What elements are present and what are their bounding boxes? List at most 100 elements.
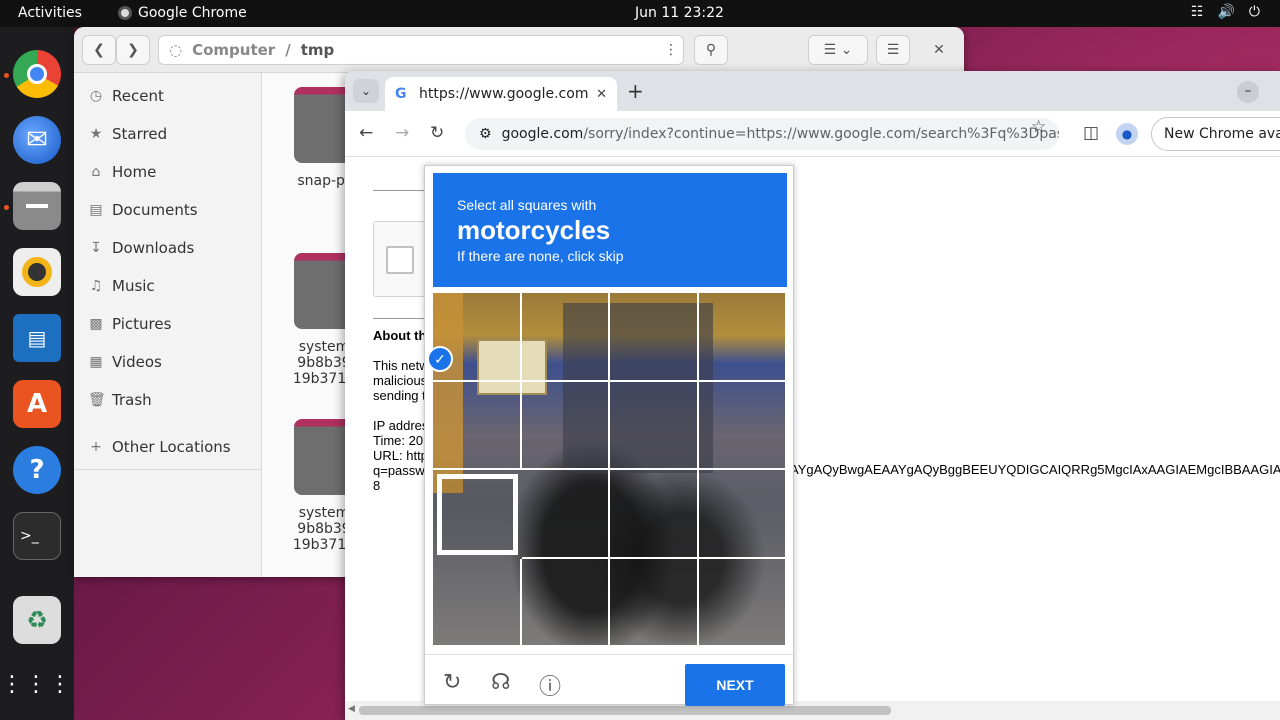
- search-icon[interactable]: ⚲: [694, 35, 728, 65]
- sidebar-item-starred[interactable]: ★ Starred: [88, 125, 167, 143]
- captcha-tile[interactable]: [610, 293, 699, 382]
- terminal-icon[interactable]: >_: [13, 512, 61, 560]
- new-chrome-available-button[interactable]: New Chrome ava: [1151, 117, 1280, 151]
- mail-icon[interactable]: ✉: [13, 116, 61, 164]
- grid-icon[interactable]: ⋮⋮⋮: [1, 660, 71, 708]
- tab-close-icon[interactable]: ✕: [596, 87, 607, 102]
- network-icon: ☷: [1190, 4, 1204, 20]
- challenge-image-grid: [433, 293, 787, 647]
- challenge-target: motorcycles: [457, 215, 611, 245]
- hamburger-menu-icon[interactable]: ☰: [876, 35, 910, 65]
- captcha-tile[interactable]: [437, 474, 518, 555]
- files-header-bar: ❮ ❯ ◌ Computer / tmp ⋮ ⚲ ☰ ⌄ ☰ ✕: [74, 27, 964, 73]
- path-current[interactable]: tmp: [301, 41, 335, 59]
- path-root[interactable]: Computer: [192, 41, 275, 59]
- sidebar-item-recent[interactable]: ◷ Recent: [88, 87, 164, 105]
- captcha-tile[interactable]: [698, 558, 787, 647]
- music-icon: ♫: [89, 278, 103, 294]
- document-icon: ▤: [89, 202, 103, 218]
- sidebar-item-label: Documents: [112, 201, 198, 219]
- site-info-icon[interactable]: ⚙: [479, 126, 492, 142]
- minimize-icon[interactable]: –: [1237, 81, 1259, 103]
- scrollbar-thumb[interactable]: [359, 706, 891, 715]
- document-icon[interactable]: ▤: [13, 314, 61, 362]
- captcha-tile[interactable]: [698, 470, 787, 559]
- download-icon: ↧: [90, 240, 102, 256]
- plus-icon: +: [90, 439, 102, 455]
- address-bar[interactable]: ⚙ google.com/sorry/index?continue=https:…: [465, 118, 1059, 150]
- challenge-footer: ↻ ☊ ⓘ NEXT: [425, 654, 793, 706]
- files-icon[interactable]: [13, 182, 61, 230]
- headphones-icon[interactable]: ☊: [491, 669, 511, 695]
- reload-icon[interactable]: ↻: [430, 123, 444, 143]
- path-menu-icon[interactable]: ⋮: [654, 35, 688, 65]
- new-tab-icon[interactable]: +: [627, 79, 644, 103]
- tab-google-sorry[interactable]: G https://www.google.com/sorry/index ✕: [385, 77, 617, 111]
- captcha-tile[interactable]: [610, 558, 699, 647]
- dock: ✉ ▤ A ? >_ ♻ ⋮⋮⋮: [0, 27, 74, 720]
- tab-title: https://www.google.com/sorry/index: [419, 86, 589, 102]
- captcha-tile[interactable]: [521, 558, 610, 647]
- captcha-tile[interactable]: [433, 558, 522, 647]
- profile-avatar-icon[interactable]: ●: [1116, 123, 1138, 145]
- info-text: malicious: [373, 373, 428, 388]
- tab-search-icon[interactable]: ⌄: [353, 79, 379, 103]
- captcha-tile[interactable]: [698, 381, 787, 470]
- activities-button[interactable]: Activities: [18, 5, 82, 21]
- chrome-icon[interactable]: [13, 50, 61, 98]
- sidebar-item-pictures[interactable]: ▩ Pictures: [88, 315, 171, 333]
- captcha-tile[interactable]: [610, 381, 699, 470]
- captcha-tile[interactable]: [610, 470, 699, 559]
- back-arrow-icon[interactable]: ←: [359, 123, 373, 143]
- sidebar-item-documents[interactable]: ▤ Documents: [88, 201, 198, 219]
- bookmark-star-icon[interactable]: ☆: [1031, 117, 1046, 137]
- sidebar-item-trash[interactable]: 🗑 Trash: [88, 391, 152, 409]
- sidebar-item-videos[interactable]: ▦ Videos: [88, 353, 161, 371]
- scroll-left-icon[interactable]: ◀: [348, 704, 355, 714]
- forward-button[interactable]: ❯: [116, 35, 150, 65]
- next-button[interactable]: NEXT: [685, 664, 785, 706]
- sidebar-item-music[interactable]: ♫ Music: [88, 277, 155, 295]
- recaptcha-checkbox[interactable]: [386, 246, 414, 274]
- sidebar-item-downloads[interactable]: ↧ Downloads: [88, 239, 194, 257]
- info-icon[interactable]: ⓘ: [539, 669, 561, 701]
- trash-icon[interactable]: ♻: [13, 596, 61, 644]
- path-bar[interactable]: ◌ Computer / tmp: [158, 35, 684, 65]
- view-toggle-button[interactable]: ☰ ⌄: [808, 35, 868, 65]
- video-icon: ▦: [89, 354, 103, 370]
- help-icon[interactable]: ?: [13, 446, 61, 494]
- url-path: /sorry/index?continue=https://www.google…: [583, 126, 1059, 142]
- about-heading: About th: [373, 328, 427, 343]
- store-icon[interactable]: A: [13, 380, 61, 428]
- side-panel-icon[interactable]: ◫: [1083, 123, 1099, 143]
- challenge-hint: If there are none, click skip: [457, 248, 624, 264]
- url-text: URL: http: [373, 448, 428, 463]
- sidebar-item-home[interactable]: ⌂ Home: [88, 163, 157, 181]
- close-icon[interactable]: ✕: [924, 35, 954, 65]
- sidebar-item-label: Other Locations: [112, 438, 231, 456]
- captcha-tile[interactable]: [698, 293, 787, 382]
- captcha-tile[interactable]: [433, 381, 522, 470]
- sidebar-item-other-locations[interactable]: + Other Locations: [88, 438, 231, 456]
- tab-strip: ⌄ G https://www.google.com/sorry/index ✕…: [345, 71, 1280, 111]
- running-indicator: [4, 73, 9, 78]
- system-tray[interactable]: ☷ 🔊 ⏻: [1191, 4, 1260, 20]
- forward-arrow-icon[interactable]: →: [395, 123, 409, 143]
- captcha-tile[interactable]: [521, 470, 610, 559]
- pictures-icon: ▩: [89, 316, 103, 332]
- app-menu[interactable]: Google Chrome: [118, 5, 247, 21]
- home-icon: ⌂: [91, 164, 101, 180]
- volume-icon: 🔊: [1217, 4, 1235, 20]
- music-icon[interactable]: [13, 248, 61, 296]
- back-button[interactable]: ❮: [82, 35, 116, 65]
- chrome-toolbar: ← → ↻ ⚙ google.com/sorry/index?continue=…: [345, 111, 1280, 157]
- captcha-tile[interactable]: [521, 293, 610, 382]
- ip-text: IP addres: [373, 418, 429, 433]
- clock[interactable]: Jun 11 23:22: [635, 5, 724, 21]
- reload-icon[interactable]: ↻: [443, 669, 461, 695]
- long-url-text: AYgAQyBwgAEAAYgAQyBggBEEUYQDIGCAIQRRg5Mg…: [790, 462, 1280, 477]
- sidebar-item-label: Downloads: [112, 239, 195, 257]
- captcha-tile[interactable]: [521, 381, 610, 470]
- info-text: sending t: [373, 388, 426, 403]
- path-separator: /: [285, 41, 291, 59]
